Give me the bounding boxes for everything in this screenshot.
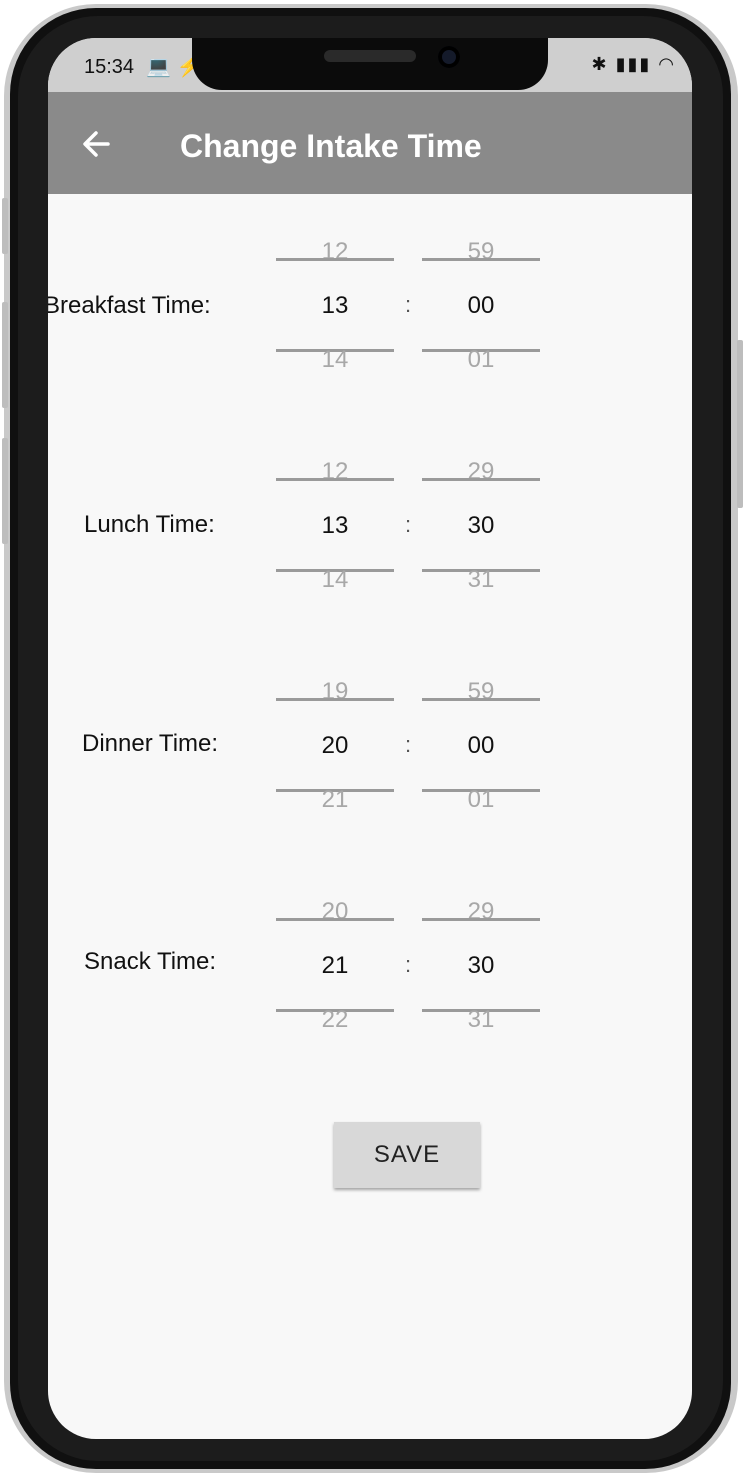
picker-next-value[interactable]: 31 (422, 1006, 540, 1034)
speaker-grille (324, 50, 416, 62)
picker-next-value[interactable]: 22 (276, 1006, 394, 1034)
picker-selected-value[interactable]: 20 (276, 732, 394, 760)
picker-next-value[interactable]: 14 (276, 346, 394, 374)
snack-time-label: Snack Time: (84, 948, 217, 975)
picker-divider (276, 258, 394, 261)
time-separator: : (405, 952, 412, 977)
status-system-icons: ✱ ▮▮▮ ◠ (591, 54, 676, 74)
time-separator: : (405, 512, 412, 537)
picker-divider (422, 698, 540, 701)
dinner-hour-picker[interactable]: 19 20 21 (276, 678, 394, 828)
side-button (2, 198, 8, 254)
picker-prev-value[interactable]: 12 (276, 238, 394, 266)
picker-next-value[interactable]: 31 (422, 566, 540, 594)
lunch-minute-picker[interactable]: 29 30 31 (422, 458, 540, 608)
picker-divider (276, 478, 394, 481)
time-separator: : (405, 732, 412, 757)
picker-next-value[interactable]: 14 (276, 566, 394, 594)
picker-prev-value[interactable]: 20 (276, 898, 394, 926)
breakfast-time-label: Breakfast Time: (48, 292, 211, 319)
picker-selected-value[interactable]: 30 (422, 952, 540, 980)
picker-prev-value[interactable]: 19 (276, 678, 394, 706)
intake-time-form: Breakfast Time: 12 13 14 : 59 00 01 Lunc… (48, 194, 692, 1439)
page-title: Change Intake Time (180, 128, 482, 164)
dinner-minute-picker[interactable]: 59 00 01 (422, 678, 540, 828)
time-separator: : (405, 292, 412, 317)
picker-selected-value[interactable]: 00 (422, 732, 540, 760)
picker-divider (422, 258, 540, 261)
snack-hour-picker[interactable]: 20 21 22 (276, 898, 394, 1048)
picker-next-value[interactable]: 01 (422, 786, 540, 814)
screen: 15:34 💻 ⚡ ✱ ▮▮▮ ◠ Change Intake Time Bre… (48, 38, 692, 1439)
camera-notch (192, 38, 548, 90)
breakfast-minute-picker[interactable]: 59 00 01 (422, 238, 540, 388)
side-button (2, 438, 8, 544)
picker-selected-value[interactable]: 21 (276, 952, 394, 980)
app-bar: Change Intake Time (48, 92, 692, 194)
picker-selected-value[interactable]: 13 (276, 512, 394, 540)
picker-selected-value[interactable]: 13 (276, 292, 394, 320)
picker-selected-value[interactable]: 00 (422, 292, 540, 320)
dinner-time-label: Dinner Time: (82, 730, 219, 757)
side-button (737, 340, 743, 508)
status-time: 15:34 (84, 56, 135, 78)
picker-divider (422, 478, 540, 481)
save-button[interactable]: SAVE (334, 1122, 480, 1188)
picker-divider (276, 698, 394, 701)
side-button (2, 302, 8, 408)
breakfast-hour-picker[interactable]: 12 13 14 (276, 238, 394, 388)
picker-prev-value[interactable]: 12 (276, 458, 394, 486)
lunch-hour-picker[interactable]: 12 13 14 (276, 458, 394, 608)
picker-divider (422, 918, 540, 921)
picker-divider (276, 918, 394, 921)
front-camera (438, 46, 460, 68)
picker-selected-value[interactable]: 30 (422, 512, 540, 540)
snack-minute-picker[interactable]: 29 30 31 (422, 898, 540, 1048)
picker-next-value[interactable]: 21 (276, 786, 394, 814)
picker-prev-value[interactable]: 29 (422, 458, 540, 486)
back-button[interactable] (76, 124, 120, 164)
picker-prev-value[interactable]: 29 (422, 898, 540, 926)
picker-next-value[interactable]: 01 (422, 346, 540, 374)
picker-prev-value[interactable]: 59 (422, 238, 540, 266)
picker-prev-value[interactable]: 59 (422, 678, 540, 706)
arrow-left-icon (83, 131, 110, 157)
lunch-time-label: Lunch Time: (84, 511, 215, 538)
